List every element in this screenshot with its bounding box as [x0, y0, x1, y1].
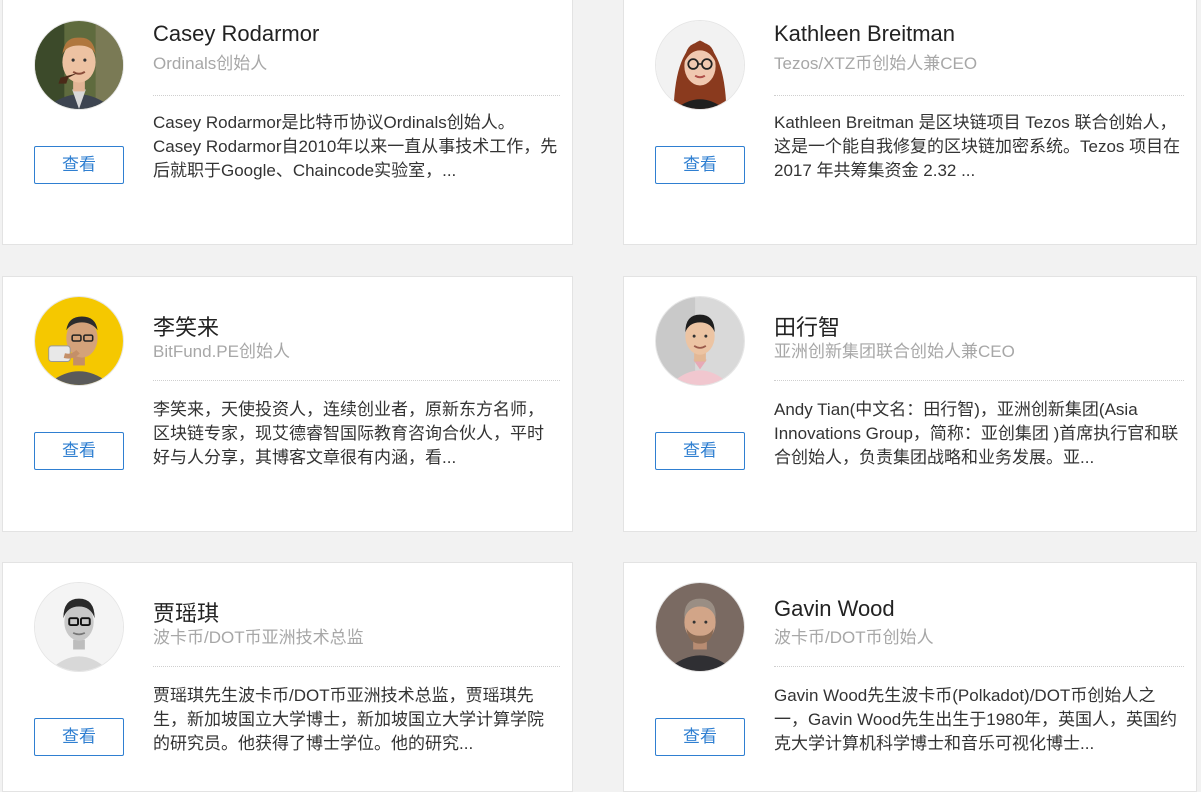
- person-description: Casey Rodarmor是比特币协议Ordinals创始人。Casey Ro…: [153, 113, 558, 180]
- view-button[interactable]: 查看: [655, 432, 745, 470]
- divider: [153, 95, 560, 96]
- divider: [774, 95, 1184, 96]
- divider: [774, 666, 1184, 667]
- person-name: Gavin Wood: [774, 596, 895, 621]
- man-with-pipe-icon: [35, 21, 123, 109]
- bearded-man-icon: [656, 583, 744, 671]
- person-description: Gavin Wood先生波卡币(Polkadot)/DOT币创始人之一，Gavi…: [774, 686, 1178, 753]
- person-description: 李笑来，天使投资人，连续创业者，原新东方名师，区块链专家，现艾德睿智国际教育咨询…: [153, 400, 544, 467]
- person-card: Casey Rodarmor Ordinals创始人 Casey Rodarmo…: [2, 0, 573, 245]
- view-button[interactable]: 查看: [34, 146, 124, 184]
- view-button[interactable]: 查看: [655, 718, 745, 756]
- person-description: 贾瑶琪先生波卡币/DOT币亚洲技术总监，贾瑶琪先生，新加坡国立大学博士，新加坡国…: [153, 686, 544, 753]
- avatar[interactable]: [34, 296, 124, 386]
- view-button[interactable]: 查看: [34, 718, 124, 756]
- avatar[interactable]: [655, 296, 745, 386]
- divider: [153, 666, 560, 667]
- person-card: Gavin Wood 波卡币/DOT币创始人 Gavin Wood先生波卡币(P…: [623, 562, 1197, 792]
- person-role: 波卡币/DOT币亚洲技术总监: [153, 628, 364, 647]
- man-on-yellow-icon: [35, 297, 123, 385]
- person-name: Kathleen Breitman: [774, 21, 955, 46]
- man-pink-shirt-icon: [656, 297, 744, 385]
- avatar[interactable]: [34, 20, 124, 110]
- person-role: Tezos/XTZ币创始人兼CEO: [774, 54, 978, 73]
- person-role: 亚洲创新集团联合创始人兼CEO: [774, 342, 1015, 361]
- avatar[interactable]: [655, 582, 745, 672]
- avatar[interactable]: [655, 20, 745, 110]
- man-grayscale-icon: [35, 583, 123, 671]
- person-name: Casey Rodarmor: [153, 21, 320, 46]
- person-card: 李笑来 BitFund.PE创始人 李笑来，天使投资人，连续创业者，原新东方名师…: [2, 276, 573, 532]
- view-button[interactable]: 查看: [34, 432, 124, 470]
- person-card: Kathleen Breitman Tezos/XTZ币创始人兼CEO Kath…: [623, 0, 1197, 245]
- avatar[interactable]: [34, 582, 124, 672]
- view-button[interactable]: 查看: [655, 146, 745, 184]
- person-role: Ordinals创始人: [153, 54, 268, 73]
- divider: [774, 380, 1184, 381]
- divider: [153, 380, 560, 381]
- person-card: 贾瑶琪 波卡币/DOT币亚洲技术总监 贾瑶琪先生波卡币/DOT币亚洲技术总监，贾…: [2, 562, 573, 792]
- person-role: BitFund.PE创始人: [153, 342, 290, 361]
- person-role: 波卡币/DOT币创始人: [774, 628, 934, 647]
- woman-with-glasses-icon: [656, 21, 744, 109]
- person-description: Kathleen Breitman 是区块链项目 Tezos 联合创始人，这是一…: [774, 113, 1181, 180]
- person-description: Andy Tian(中文名：田行智)，亚洲创新集团(Asia Innovatio…: [774, 400, 1179, 467]
- person-card: 田行智 亚洲创新集团联合创始人兼CEO Andy Tian(中文名：田行智)，亚…: [623, 276, 1197, 532]
